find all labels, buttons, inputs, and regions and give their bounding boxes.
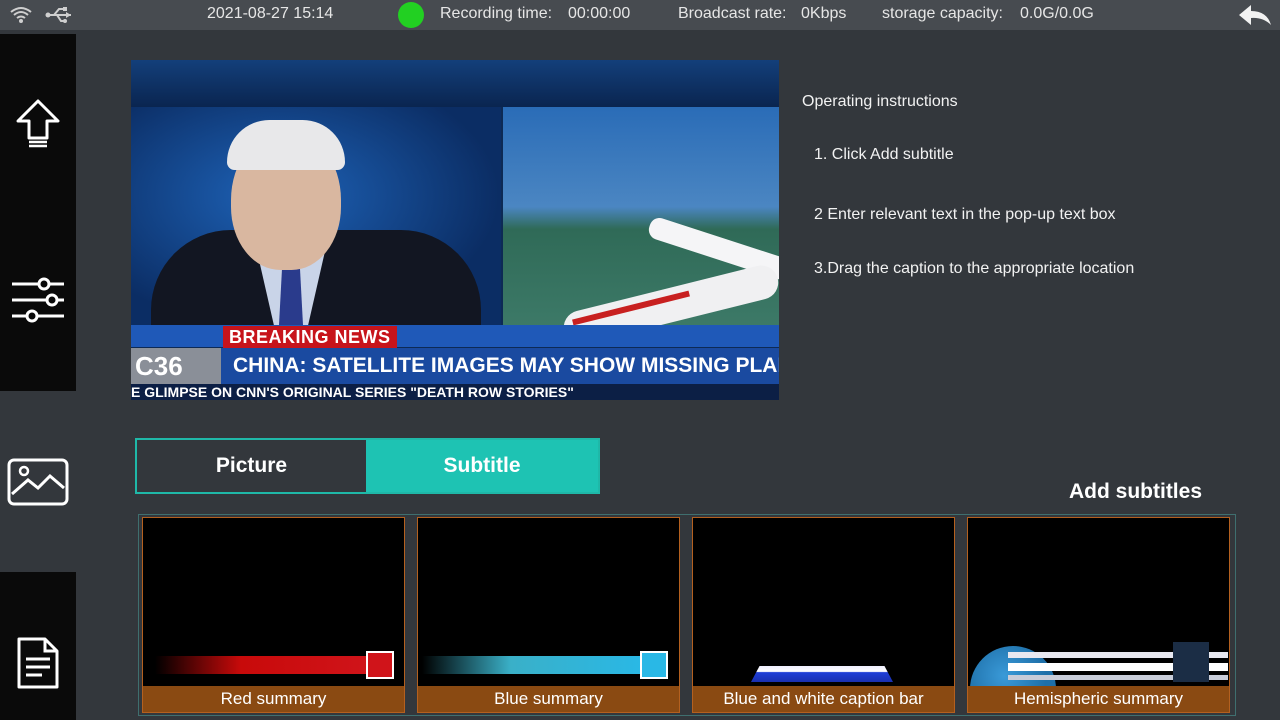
upload-arrow-icon <box>14 98 62 155</box>
add-subtitles-button[interactable]: Add subtitles <box>1069 480 1202 504</box>
sidebar-top-panel <box>0 34 76 391</box>
broadcast-rate-label: Broadcast rate: <box>678 5 787 22</box>
usb-icon <box>44 4 74 26</box>
news-ticker: E GLIMPSE ON CNN'S ORIGINAL SERIES "DEAT… <box>131 384 779 400</box>
document-icon <box>15 636 61 695</box>
wifi-icon <box>8 4 34 26</box>
template-card-red-summary[interactable]: Red summary <box>142 517 405 713</box>
back-icon[interactable] <box>1236 4 1274 26</box>
template-label: Red summary <box>143 686 404 712</box>
blue-bar-preview <box>422 656 644 674</box>
recording-indicator <box>398 2 424 28</box>
hemi-box <box>1173 642 1209 682</box>
template-card-blue-summary[interactable]: Blue summary <box>417 517 680 713</box>
recording-time-value: 00:00:00 <box>568 5 631 22</box>
video-preview[interactable]: BREAKING NEWS C36 CHINA: SATELLITE IMAGE… <box>131 60 779 400</box>
presenter-hair <box>227 120 345 170</box>
datetime: 2021-08-27 15:14 <box>207 5 334 22</box>
instruction-step-2: 2 Enter relevant text in the pop-up text… <box>814 206 1116 223</box>
channel-logo: C36 <box>131 348 221 384</box>
red-square-preview <box>366 651 394 679</box>
instruction-step-1: 1. Click Add subtitle <box>814 146 954 163</box>
recording-time-label: Recording time: <box>440 5 553 22</box>
storage-capacity-label: storage capacity: <box>882 5 1003 22</box>
template-label: Hemispheric summary <box>968 686 1229 712</box>
storage-capacity-value: 0.0G/0.0G <box>1020 5 1094 22</box>
instruction-step-3: 3.Drag the caption to the appropriate lo… <box>814 260 1135 277</box>
blue-square-preview <box>640 651 668 679</box>
blue-white-bar-preview <box>751 666 893 682</box>
tab-picture[interactable]: Picture <box>137 440 366 492</box>
image-icon <box>6 456 70 513</box>
picture-button[interactable] <box>0 454 76 514</box>
red-bar-preview <box>155 656 370 674</box>
instructions-title: Operating instructions <box>802 93 958 110</box>
template-label: Blue summary <box>418 686 679 712</box>
status-bar: 2021-08-27 15:14 Recording time: 00:00:0… <box>0 0 1280 30</box>
mode-tabs: Picture Subtitle <box>135 438 600 494</box>
tab-subtitle[interactable]: Subtitle <box>366 440 598 492</box>
headline-text: CHINA: SATELLITE IMAGES MAY SHOW MISSING… <box>221 348 779 384</box>
settings-button[interactable] <box>0 272 76 332</box>
preview-top-band <box>131 60 779 107</box>
template-card-blue-white-bar[interactable]: Blue and white caption bar <box>692 517 955 713</box>
app-window: 2021-08-27 15:14 Recording time: 00:00:0… <box>0 0 1280 720</box>
breaking-news-label: BREAKING NEWS <box>223 326 397 348</box>
document-button[interactable] <box>0 634 76 696</box>
template-label: Blue and white caption bar <box>693 686 954 712</box>
upload-button[interactable] <box>0 96 76 156</box>
template-card-hemispheric-summary[interactable]: Hemispheric summary <box>967 517 1230 713</box>
sliders-icon <box>10 274 66 331</box>
broadcast-rate-value: 0Kbps <box>801 5 847 22</box>
